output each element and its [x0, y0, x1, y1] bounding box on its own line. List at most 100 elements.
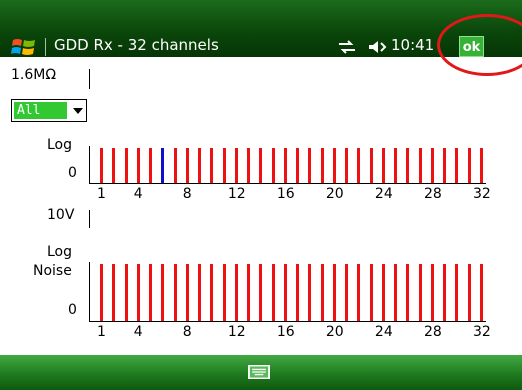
windows-start-icon[interactable]	[11, 36, 37, 58]
channel-bar-13	[247, 264, 251, 321]
channel-bar-11	[222, 148, 226, 183]
tick-label-16: 16	[276, 324, 295, 340]
channel-bar-24	[381, 148, 385, 183]
channel-bar-25	[394, 264, 398, 321]
channel-bar-9	[198, 148, 202, 183]
title-separator	[45, 38, 46, 56]
tick-label-28: 28	[423, 324, 442, 340]
channel-bar-17	[296, 264, 300, 321]
voltage-divider	[89, 210, 90, 228]
tick-label-4: 4	[133, 324, 143, 340]
y-axis	[89, 262, 90, 322]
top-zero-label: 0	[68, 165, 77, 181]
channel-bar-5	[149, 148, 153, 183]
channel-bar-16	[283, 148, 287, 183]
channel-bar-29	[443, 264, 447, 321]
tick-label-12: 12	[227, 186, 246, 202]
channel-bar-6	[161, 148, 165, 183]
tick-label-24: 24	[374, 186, 393, 202]
channel-bar-17	[296, 148, 300, 183]
channel-bar-32	[480, 264, 483, 321]
channel-bar-27	[418, 264, 422, 321]
channel-bar-19	[320, 264, 324, 321]
channel-bar-3	[124, 148, 128, 183]
channel-bar-31	[467, 148, 471, 183]
x-axis	[89, 321, 486, 322]
channel-bar-22	[357, 148, 361, 183]
x-axis	[89, 183, 486, 184]
bottom-scale-label: Log	[47, 244, 73, 260]
voltage-label: 10V	[47, 207, 75, 223]
resistance-label: 1.6MΩ	[11, 67, 57, 83]
channel-bar-14	[259, 264, 263, 321]
resistance-divider	[89, 69, 90, 89]
channel-bar-11	[222, 264, 226, 321]
keyboard-icon[interactable]	[248, 365, 270, 379]
y-axis	[89, 146, 90, 184]
channel-bar-1	[100, 264, 103, 321]
channel-bar-18	[308, 148, 312, 183]
tick-label-28: 28	[423, 186, 442, 202]
tick-label-1: 1	[97, 186, 106, 202]
tick-label-1: 1	[97, 324, 106, 340]
channel-bar-19	[320, 148, 324, 183]
channel-bar-26	[406, 148, 410, 183]
channel-bar-25	[394, 148, 398, 183]
volume-icon[interactable]	[367, 38, 389, 56]
channel-bar-8	[185, 148, 189, 183]
sync-icon[interactable]	[337, 38, 357, 56]
tick-label-32: 32	[473, 186, 491, 202]
channel-bar-8	[185, 264, 189, 321]
channel-bar-7	[173, 148, 177, 183]
channel-bar-23	[369, 264, 373, 321]
channel-bar-30	[455, 148, 459, 183]
channel-bar-10	[210, 264, 214, 321]
channel-select[interactable]: All	[11, 99, 87, 122]
channel-bar-2	[112, 264, 116, 321]
channel-bar-2	[112, 148, 116, 183]
top-scale-label: Log	[47, 137, 73, 153]
channel-bar-27	[418, 148, 422, 183]
channel-bar-9	[198, 264, 202, 321]
channel-bar-18	[308, 264, 312, 321]
channel-bar-6	[161, 264, 165, 321]
channel-bar-24	[381, 264, 385, 321]
channel-bar-29	[443, 148, 447, 183]
tick-label-8: 8	[182, 324, 192, 340]
channel-bar-7	[173, 264, 177, 321]
channel-bar-31	[467, 264, 471, 321]
channel-bar-16	[283, 264, 287, 321]
main-content: 1.6MΩ All Log 0 1 4 8 12 16 20 24 28 32 10V Log …	[0, 57, 522, 355]
channel-bar-32	[480, 148, 483, 183]
channel-bar-5	[149, 264, 153, 321]
bottom-zero-label: 0	[68, 302, 77, 318]
channel-bar-20	[332, 264, 336, 321]
clock: 10:41	[391, 36, 435, 54]
channel-bar-30	[455, 264, 459, 321]
tick-label-12: 12	[227, 324, 246, 340]
channel-bar-21	[345, 148, 349, 183]
channel-bar-14	[259, 148, 263, 183]
channel-bar-12	[234, 264, 238, 321]
channel-bar-28	[430, 148, 434, 183]
tick-label-16: 16	[276, 186, 295, 202]
tick-label-32: 32	[473, 324, 491, 340]
channel-bar-10	[210, 148, 214, 183]
noise-label: Noise	[33, 263, 72, 279]
channel-select-value: All	[14, 102, 67, 119]
tick-label-4: 4	[133, 186, 143, 202]
channel-bar-28	[430, 264, 434, 321]
app-title: GDD Rx - 32 channels	[54, 36, 219, 54]
channel-bar-13	[247, 148, 251, 183]
channel-bar-20	[332, 148, 336, 183]
tick-label-20: 20	[325, 186, 344, 202]
channel-bar-26	[406, 264, 410, 321]
channel-bar-4	[136, 148, 140, 183]
channel-bar-22	[357, 264, 361, 321]
channel-bar-15	[271, 264, 275, 321]
channel-bar-23	[369, 148, 373, 183]
tick-label-8: 8	[182, 186, 192, 202]
channel-bar-21	[345, 264, 349, 321]
channel-bar-1	[100, 148, 103, 183]
tick-label-24: 24	[374, 324, 393, 340]
